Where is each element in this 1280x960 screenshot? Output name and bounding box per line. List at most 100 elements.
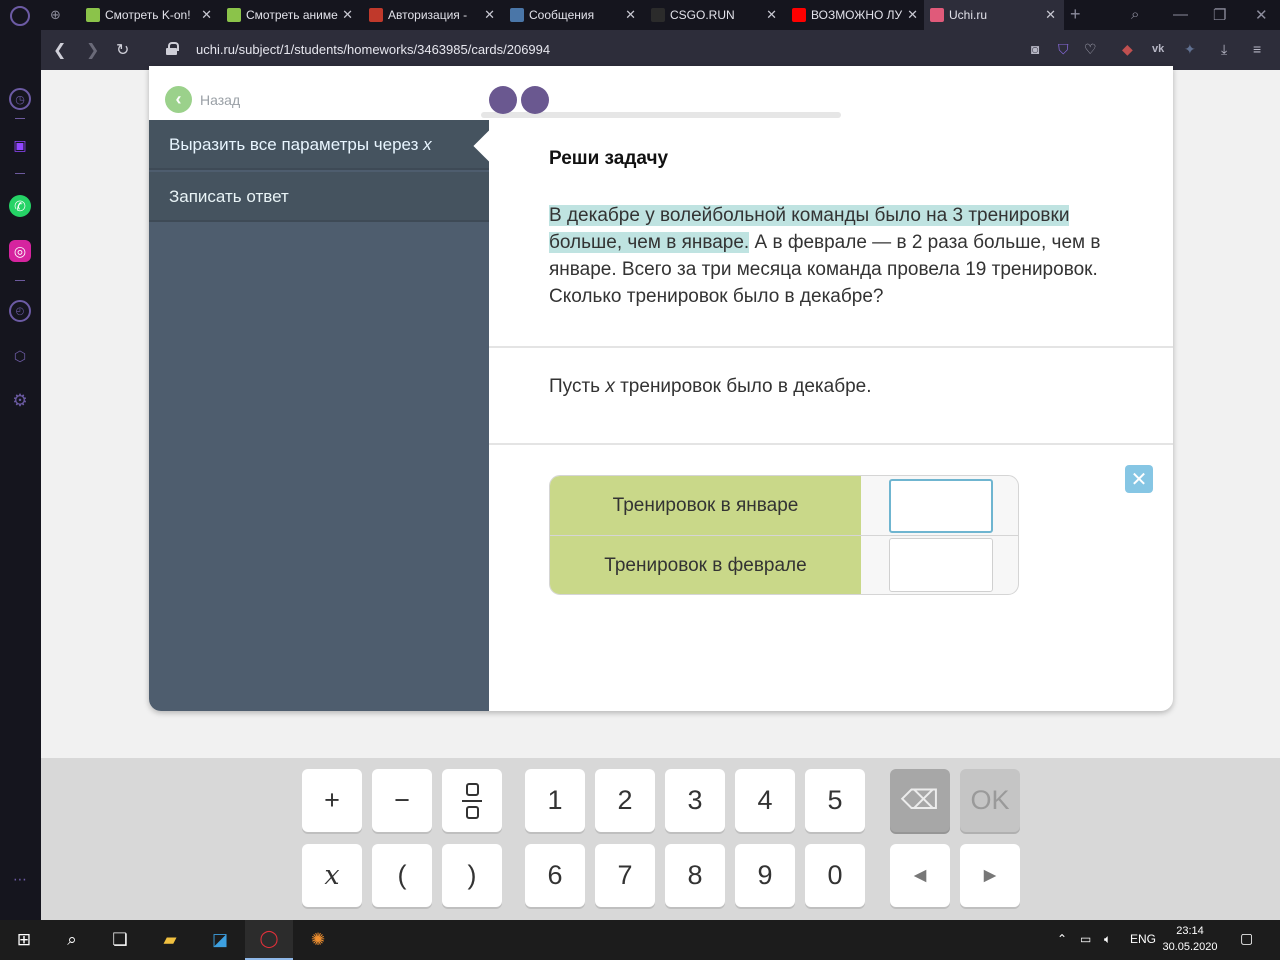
tab-close-icon[interactable]: ✕ — [625, 7, 636, 23]
speed-dial-icon[interactable]: ◷ — [9, 88, 31, 110]
tab-label: CSGO.RUN — [670, 8, 735, 22]
extension-icon[interactable]: ✦ — [1184, 41, 1196, 58]
new-tab-icon[interactable]: + — [1070, 4, 1081, 25]
sidebar-divider — [15, 118, 25, 119]
key-7[interactable]: 7 — [595, 844, 655, 907]
tab-close-icon[interactable]: ✕ — [342, 7, 353, 23]
whatsapp-icon[interactable]: ✆ — [9, 195, 31, 217]
sidebar-divider — [15, 280, 25, 281]
search-icon[interactable]: ⌕ — [48, 920, 96, 960]
vk-extension-icon[interactable]: vk — [1152, 43, 1164, 55]
backspace-icon[interactable]: ⌫ — [890, 769, 950, 832]
key-4[interactable]: 4 — [735, 769, 795, 832]
windows-start-icon[interactable]: ⊞ — [0, 920, 48, 960]
opera-sidebar: ◷ ▣ ✆ ◎ ◴ ⬡ ⚙ ⋯ — [0, 30, 41, 920]
language-indicator[interactable]: ENG — [1130, 932, 1156, 946]
twitch-icon[interactable]: ▣ — [9, 134, 31, 156]
app-taskbar-icon[interactable]: ✺ — [294, 920, 342, 960]
tab-favicon-icon — [227, 8, 241, 22]
ok-button[interactable]: OK — [960, 769, 1020, 832]
key-3[interactable]: 3 — [665, 769, 725, 832]
tab-uchi[interactable]: Uchi.ru ✕ — [924, 0, 1064, 30]
download-icon[interactable]: ⤓ — [1221, 41, 1227, 58]
task-view-icon[interactable]: ❏ — [96, 920, 144, 960]
volume-icon[interactable]: 🔈︎ — [1104, 932, 1111, 947]
back-link[interactable]: ‹ Назад — [165, 86, 240, 113]
tab-auth[interactable]: Авторизация - ✕ — [363, 0, 503, 30]
arrow-right-icon[interactable]: ► — [960, 844, 1020, 907]
step-label: Выразить все параметры через — [169, 135, 424, 154]
back-label: Назад — [200, 91, 241, 108]
clock[interactable]: 23:14 30.05.2020 — [1160, 923, 1220, 955]
tab-close-icon[interactable]: ✕ — [1045, 7, 1056, 23]
step-variable: x — [423, 135, 432, 154]
instagram-icon[interactable]: ◎ — [9, 240, 31, 262]
january-input[interactable] — [889, 479, 993, 533]
network-icon[interactable]: ▭ — [1080, 932, 1091, 946]
row-label-february: Тренировок в феврале — [550, 536, 861, 594]
computer-app-icon[interactable]: ◪ — [196, 920, 244, 960]
arrow-left-icon[interactable]: ◄ — [890, 844, 950, 907]
restore-icon[interactable]: ❐ — [1213, 6, 1226, 24]
key-close-paren[interactable]: ) — [442, 844, 502, 907]
key-x[interactable]: x — [302, 844, 362, 907]
step-express-params[interactable]: Выразить все параметры через x — [149, 120, 489, 170]
opera-menu-icon[interactable] — [10, 6, 30, 26]
opera-taskbar-icon[interactable]: ◯ — [245, 920, 293, 960]
close-icon[interactable]: ✕ — [1125, 465, 1153, 493]
tab-messages[interactable]: Сообщения ✕ — [504, 0, 644, 30]
tab-close-icon[interactable]: ✕ — [201, 7, 212, 23]
key-fraction[interactable] — [442, 769, 502, 832]
key-1[interactable]: 1 — [525, 769, 585, 832]
february-input[interactable] — [889, 538, 993, 592]
key-6[interactable]: 6 — [525, 844, 585, 907]
history-clock-icon[interactable]: ◴ — [9, 300, 31, 322]
tab-close-icon[interactable]: ✕ — [907, 7, 918, 23]
menu-icon[interactable]: ≡ — [1253, 41, 1261, 57]
let-statement: Пусть x тренировок было в декабре. — [549, 376, 872, 398]
key-plus[interactable]: + — [302, 769, 362, 832]
row-label-january: Тренировок в январе — [550, 476, 861, 536]
file-explorer-icon[interactable]: ▰ — [146, 920, 194, 960]
chevron-left-icon: ‹ — [165, 86, 192, 113]
extensions-cube-icon[interactable]: ⬡ — [9, 345, 31, 367]
step-label: Записать ответ — [169, 187, 289, 206]
more-dots-icon[interactable]: ⋯ — [9, 868, 31, 890]
reload-icon[interactable]: ↻ — [116, 40, 129, 60]
vpn-shield-icon[interactable]: ⛉ — [1058, 41, 1069, 58]
address-bar: ❮ ❯ ↻ uchi.ru/subject/1/students/homewor… — [41, 30, 1280, 70]
key-8[interactable]: 8 — [665, 844, 725, 907]
tab-favicon-icon — [651, 8, 665, 22]
tab-label: ВОЗМОЖНО ЛУ — [811, 8, 903, 22]
notifications-icon[interactable]: ▢ — [1240, 930, 1253, 947]
tab-label: Uchi.ru — [949, 8, 988, 22]
settings-gear-icon[interactable]: ⚙ — [9, 390, 31, 412]
key-2[interactable]: 2 — [595, 769, 655, 832]
tab-close-icon[interactable]: ✕ — [484, 7, 495, 23]
tray-chevron-icon[interactable]: ⌃ — [1057, 932, 1067, 946]
tab-csgo[interactable]: CSGO.RUN ✕ — [645, 0, 785, 30]
tab-anime[interactable]: Смотреть аниме ✕ — [221, 0, 361, 30]
extension-cube-icon[interactable]: ◆ — [1122, 41, 1133, 58]
math-keyboard: + − 1 2 3 4 5 ⌫ OK x ( ) 6 7 8 9 0 ◄ ► — [41, 758, 1280, 920]
clock-time: 23:14 — [1176, 925, 1204, 937]
back-arrow-icon[interactable]: ❮ — [53, 40, 66, 60]
tab-youtube[interactable]: ВОЗМОЖНО ЛУ ✕ — [786, 0, 926, 30]
url-field[interactable]: uchi.ru/subject/1/students/homeworks/346… — [196, 42, 550, 57]
search-tabs-icon[interactable]: ⌕ — [1131, 6, 1139, 23]
gamepad-icon[interactable]: ⊕ — [50, 7, 61, 23]
tab-kon[interactable]: Смотреть K-on! ✕ — [80, 0, 220, 30]
step-write-answer[interactable]: Записать ответ — [149, 172, 489, 222]
forward-arrow-icon[interactable]: ❯ — [86, 40, 99, 60]
tab-close-icon[interactable]: ✕ — [766, 7, 777, 23]
key-0[interactable]: 0 — [805, 844, 865, 907]
key-5[interactable]: 5 — [805, 769, 865, 832]
key-9[interactable]: 9 — [735, 844, 795, 907]
key-minus[interactable]: − — [372, 769, 432, 832]
close-window-icon[interactable]: ✕ — [1255, 6, 1268, 24]
minimize-icon[interactable]: — — [1173, 6, 1188, 23]
task-title: Реши задачу — [549, 148, 669, 169]
key-open-paren[interactable]: ( — [372, 844, 432, 907]
heart-icon[interactable]: ♡ — [1084, 41, 1097, 58]
camera-icon[interactable]: ◙ — [1031, 41, 1039, 57]
